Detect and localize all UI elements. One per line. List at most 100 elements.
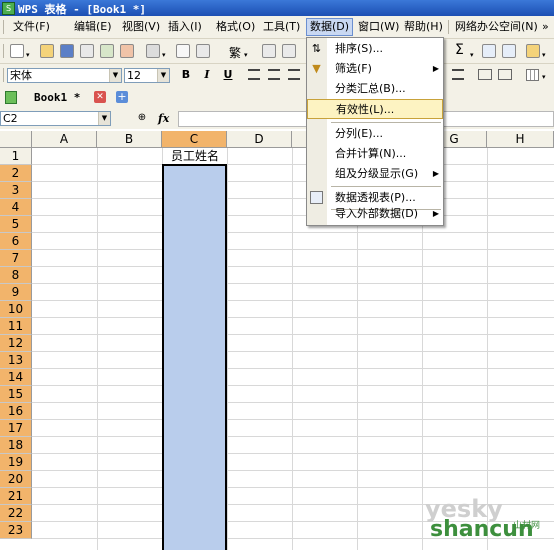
- row-header[interactable]: 10: [0, 301, 32, 318]
- column-header-b[interactable]: B: [97, 131, 162, 148]
- row-header[interactable]: 23: [0, 522, 32, 539]
- row-header[interactable]: 15: [0, 386, 32, 403]
- bold-button[interactable]: B: [178, 67, 194, 83]
- menu-item-filter[interactable]: ▼ 筛选(F) ▶: [307, 59, 443, 79]
- row-header[interactable]: 12: [0, 335, 32, 352]
- menu-item-sort[interactable]: ⇅ 排序(S)...: [307, 39, 443, 59]
- italic-button[interactable]: I: [199, 67, 215, 83]
- permission-icon[interactable]: [80, 44, 94, 58]
- copy-icon[interactable]: [282, 44, 296, 58]
- menu-item-label: 排序(S)...: [335, 42, 384, 55]
- submenu-arrow-icon: ▶: [432, 209, 439, 218]
- menu-edit[interactable]: 编辑(E): [71, 19, 115, 35]
- grid-row-line: [32, 164, 554, 165]
- autosum-icon[interactable]: Σ: [455, 42, 464, 58]
- menu-window[interactable]: 窗口(W): [355, 19, 402, 35]
- traditional-chinese-button[interactable]: 繁: [229, 44, 241, 61]
- outdent-icon[interactable]: [498, 69, 512, 80]
- row-header[interactable]: 9: [0, 284, 32, 301]
- menu-item-subtotal[interactable]: 分类汇总(B)...: [307, 79, 443, 99]
- chevron-down-icon[interactable]: ▾: [162, 51, 166, 59]
- menu-item-consolidate[interactable]: 合并计算(N)...: [307, 144, 443, 164]
- menu-insert[interactable]: 插入(I): [165, 19, 205, 35]
- chevron-down-icon[interactable]: ▾: [26, 51, 30, 59]
- menu-item-group-outline[interactable]: 组及分级显示(G) ▶: [307, 164, 443, 184]
- row-header[interactable]: 14: [0, 369, 32, 386]
- grid-row-line: [32, 351, 554, 352]
- borders-icon[interactable]: [526, 69, 539, 81]
- new-tab-icon[interactable]: +: [116, 91, 128, 103]
- row-header[interactable]: 13: [0, 352, 32, 369]
- chevron-down-icon[interactable]: ▼: [109, 69, 121, 82]
- row-header[interactable]: 17: [0, 420, 32, 437]
- menu-item-import-external-data[interactable]: 导入外部数据(D) ▶: [307, 204, 443, 224]
- print-preview-icon[interactable]: [176, 44, 190, 58]
- row-header[interactable]: 11: [0, 318, 32, 335]
- select-all-corner[interactable]: [0, 131, 32, 148]
- email-icon[interactable]: [100, 44, 114, 58]
- underline-button[interactable]: U: [220, 67, 236, 83]
- column-header-h[interactable]: H: [487, 131, 554, 148]
- print-icon[interactable]: [146, 44, 160, 58]
- export-pdf-icon[interactable]: [120, 44, 134, 58]
- align-center-icon[interactable]: [268, 69, 280, 80]
- row-header[interactable]: 8: [0, 267, 32, 284]
- row-header[interactable]: 2: [0, 165, 32, 182]
- cell-c1[interactable]: 员工姓名: [163, 148, 227, 164]
- autofilter-icon[interactable]: [526, 44, 540, 58]
- sort-asc-icon[interactable]: [482, 44, 496, 58]
- row-header[interactable]: 6: [0, 233, 32, 250]
- row-header[interactable]: 7: [0, 250, 32, 267]
- cut-icon[interactable]: [262, 44, 276, 58]
- chevron-down-icon[interactable]: ▾: [470, 51, 474, 59]
- row-header[interactable]: 20: [0, 471, 32, 488]
- increase-indent-icon[interactable]: [478, 69, 492, 80]
- row-header[interactable]: 22: [0, 505, 32, 522]
- close-icon[interactable]: ✕: [94, 91, 106, 103]
- font-name-value: 宋体: [10, 69, 32, 82]
- sort-desc-icon[interactable]: [502, 44, 516, 58]
- menu-data[interactable]: 数据(D): [306, 18, 354, 36]
- menu-format[interactable]: 格式(O): [213, 19, 258, 35]
- column-header-d[interactable]: D: [227, 131, 292, 148]
- open-folder-icon[interactable]: [40, 44, 54, 58]
- row-header[interactable]: 19: [0, 454, 32, 471]
- font-name-select[interactable]: 宋体 ▼: [7, 68, 122, 83]
- row-header[interactable]: 16: [0, 403, 32, 420]
- chevron-down-icon[interactable]: ▼: [98, 112, 110, 125]
- row-header[interactable]: 18: [0, 437, 32, 454]
- name-box[interactable]: C2 ▼: [0, 111, 111, 126]
- row-header[interactable]: 4: [0, 199, 32, 216]
- menu-view[interactable]: 视图(V): [119, 19, 163, 35]
- row-header[interactable]: 1: [0, 148, 32, 165]
- grid-row-line: [32, 402, 554, 403]
- align-left-icon[interactable]: [248, 69, 260, 80]
- menu-file[interactable]: 文件(F): [10, 19, 53, 35]
- chevron-down-icon[interactable]: ▾: [542, 51, 546, 59]
- chevron-down-icon[interactable]: ▾: [244, 51, 248, 59]
- spellcheck-icon[interactable]: [196, 44, 210, 58]
- column-header-c[interactable]: C: [162, 131, 227, 148]
- align-right-icon[interactable]: [288, 69, 300, 80]
- row-header[interactable]: 3: [0, 182, 32, 199]
- decrease-indent-icon[interactable]: [452, 69, 464, 80]
- chevron-down-icon[interactable]: ▼: [157, 69, 169, 82]
- chevron-down-icon[interactable]: ▾: [542, 73, 546, 81]
- row-header[interactable]: 5: [0, 216, 32, 233]
- menu-help[interactable]: 帮助(H): [401, 19, 446, 35]
- menu-overflow[interactable]: »: [539, 19, 552, 35]
- document-tab[interactable]: Book1 *: [34, 91, 80, 104]
- new-file-icon[interactable]: [10, 44, 24, 58]
- menu-item-text-to-columns[interactable]: 分列(E)...: [307, 124, 443, 144]
- grid-row-line: [32, 334, 554, 335]
- save-icon[interactable]: [60, 44, 74, 58]
- column-header-a[interactable]: A: [32, 131, 97, 148]
- fx-icon[interactable]: fx: [158, 112, 169, 125]
- menu-tools[interactable]: 工具(T): [260, 19, 303, 35]
- font-size-select[interactable]: 12 ▼: [124, 68, 170, 83]
- menu-item-validation[interactable]: 有效性(L)...: [307, 99, 443, 119]
- menu-network-office[interactable]: 网络办公空间(N): [452, 19, 541, 35]
- row-header[interactable]: 21: [0, 488, 32, 505]
- selected-range[interactable]: [162, 164, 227, 550]
- zoom-cancel-icon[interactable]: ⊕: [136, 112, 148, 124]
